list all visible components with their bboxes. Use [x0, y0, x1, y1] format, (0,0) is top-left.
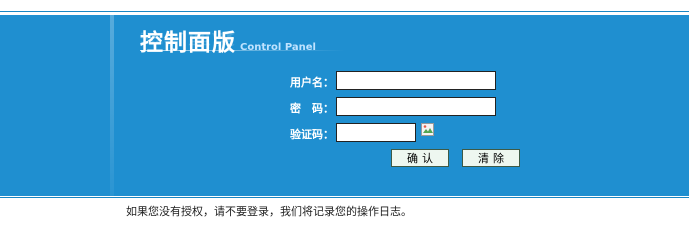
username-label: 用户名：	[290, 76, 334, 89]
title-reflection: 控制面版	[140, 30, 236, 46]
captcha-label: 验证码：	[290, 128, 334, 141]
password-input[interactable]	[336, 97, 496, 116]
login-notice: 如果您没有授权，请不要登录，我们将记录您的操作日志。	[126, 205, 412, 218]
username-input[interactable]	[336, 71, 496, 90]
banner-left-shade	[110, 15, 114, 196]
captcha-input[interactable]	[336, 123, 416, 142]
login-banner: 控制面版 Control Panel 控制面版 用户名： 密 码： 验证码： 确认…	[0, 15, 689, 196]
clear-button[interactable]: 清除	[462, 149, 520, 167]
confirm-button[interactable]: 确认	[391, 149, 449, 167]
captcha-broken-image-icon[interactable]	[420, 122, 436, 138]
title-underline	[140, 50, 345, 51]
password-label: 密 码：	[290, 102, 334, 115]
top-divider	[0, 11, 689, 12]
bottom-divider	[0, 197, 689, 198]
title-english: Control Panel	[240, 42, 316, 53]
